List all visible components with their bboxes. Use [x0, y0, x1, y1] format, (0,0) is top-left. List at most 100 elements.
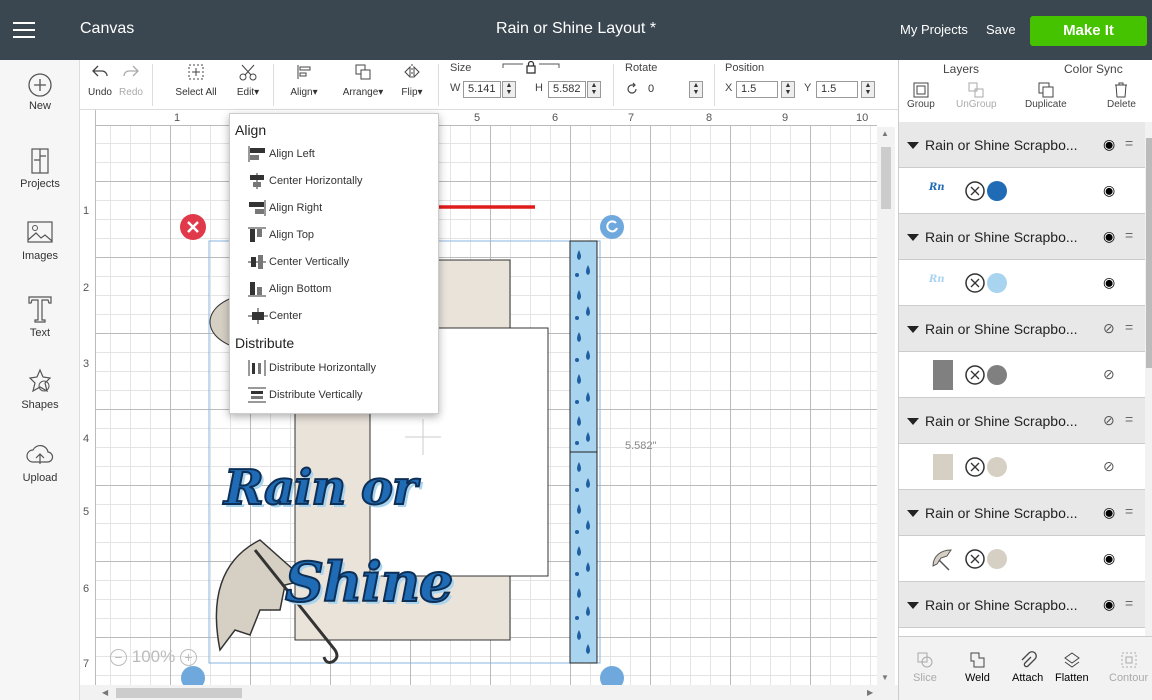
- sidebar-item-projects[interactable]: Projects: [0, 146, 80, 190]
- my-projects-link[interactable]: My Projects: [900, 22, 968, 37]
- lock-icon[interactable]: [501, 60, 561, 76]
- menu-item-distribute-vertically[interactable]: Distribute Vertically: [248, 385, 428, 405]
- ungroup-button[interactable]: UnGroup: [956, 82, 997, 110]
- width-stepper[interactable]: ▲ ▼: [502, 81, 516, 98]
- layer-group-row[interactable]: Rain or Shine Scrapbo... ◉ =: [899, 490, 1145, 536]
- y-input[interactable]: 1.5: [816, 81, 858, 98]
- sidebar-item-images[interactable]: Images: [0, 218, 80, 262]
- color-swatch[interactable]: [987, 181, 1007, 201]
- make-it-button[interactable]: Make It: [1030, 16, 1147, 46]
- attach-button[interactable]: Attach: [1012, 651, 1043, 684]
- drag-handle-icon[interactable]: =: [1125, 503, 1133, 519]
- layer-row[interactable]: ⊘: [899, 444, 1145, 490]
- menu-item-align-top[interactable]: Align Top: [248, 225, 428, 245]
- layer-row[interactable]: Rn ◉: [899, 260, 1145, 306]
- menu-item-align-right[interactable]: Align Right: [248, 198, 428, 218]
- projects-icon: [31, 148, 49, 174]
- eye-icon[interactable]: ◉: [1103, 136, 1115, 153]
- delete-button[interactable]: Delete: [1107, 82, 1136, 110]
- layer-row[interactable]: Rn ◉: [899, 168, 1145, 214]
- eye-hidden-icon[interactable]: ⊘: [1103, 412, 1115, 429]
- redo-button[interactable]: Redo: [118, 62, 144, 98]
- flatten-button[interactable]: Flatten: [1055, 651, 1089, 684]
- menu-item-center-vertically[interactable]: Center Vertically: [248, 252, 428, 272]
- color-swatch[interactable]: [987, 365, 1007, 385]
- caret-down-icon[interactable]: [907, 142, 919, 149]
- menu-item-distribute-horizontally[interactable]: Distribute Horizontally: [248, 358, 428, 378]
- group-icon: [913, 82, 929, 98]
- rotate-stepper[interactable]: ▲ ▼: [689, 81, 703, 98]
- eye-icon[interactable]: ◉: [1103, 228, 1115, 245]
- duplicate-button[interactable]: Duplicate: [1025, 82, 1067, 110]
- design-canvas[interactable]: 1 5 6 7 8 9 10 1 2 3 4 5 6 7 Rain or Shi…: [80, 110, 877, 685]
- eye-icon[interactable]: ◉: [1103, 504, 1115, 521]
- zoom-control[interactable]: − 100% +: [110, 647, 197, 667]
- rotate-label: Rotate: [625, 62, 658, 74]
- eye-hidden-icon[interactable]: ⊘: [1103, 320, 1115, 337]
- layer-group-row[interactable]: Rain or Shine Scrapbo... ◉ =: [899, 214, 1145, 260]
- layer-row[interactable]: ◉: [899, 536, 1145, 582]
- drag-handle-icon[interactable]: =: [1125, 595, 1133, 611]
- width-input[interactable]: 5.141: [463, 81, 501, 98]
- eye-hidden-icon[interactable]: ⊘: [1103, 458, 1115, 475]
- color-swatch[interactable]: [987, 273, 1007, 293]
- sidebar-item-new[interactable]: New: [0, 72, 80, 112]
- flip-menu-button[interactable]: Flip▾: [396, 62, 428, 98]
- rotate-input[interactable]: 0: [643, 81, 683, 98]
- layer-group-row[interactable]: Rain or Shine Scrapbo... ⊘ =: [899, 306, 1145, 352]
- eye-hidden-icon[interactable]: ⊘: [1103, 366, 1115, 383]
- menu-item-center[interactable]: Center: [248, 306, 428, 326]
- width-label: W: [450, 82, 461, 94]
- tab-color-sync[interactable]: Color Sync: [1064, 62, 1123, 76]
- y-stepper[interactable]: ▲ ▼: [861, 81, 875, 98]
- arrange-menu-button[interactable]: Arrange▾: [335, 62, 391, 98]
- zoom-out-icon[interactable]: −: [110, 649, 127, 666]
- group-button[interactable]: Group: [907, 82, 935, 110]
- zoom-in-icon[interactable]: +: [179, 649, 197, 666]
- save-button[interactable]: Save: [986, 22, 1016, 37]
- layer-group-row[interactable]: Rain or Shine Scrapbo... ⊘ =: [899, 398, 1145, 444]
- align-menu-button[interactable]: Align▾: [283, 62, 325, 98]
- caret-down-icon[interactable]: [907, 326, 919, 333]
- color-swatch[interactable]: [987, 549, 1007, 569]
- menu-item-center-horizontally[interactable]: Center Horizontally: [248, 171, 428, 191]
- contour-button[interactable]: Contour: [1109, 651, 1148, 684]
- layer-row[interactable]: ⊘: [899, 352, 1145, 398]
- eye-icon[interactable]: ◉: [1103, 596, 1115, 613]
- eye-icon[interactable]: ◉: [1103, 182, 1115, 199]
- layers-scrollbar[interactable]: [1145, 122, 1152, 636]
- caret-down-icon[interactable]: [907, 602, 919, 609]
- drag-handle-icon[interactable]: =: [1125, 411, 1133, 427]
- menu-item-align-bottom[interactable]: Align Bottom: [248, 279, 428, 299]
- height-input[interactable]: 5.582: [548, 81, 586, 98]
- artwork[interactable]: [80, 110, 877, 685]
- distribute-horizontally-icon: [248, 360, 266, 376]
- caret-down-icon[interactable]: [907, 234, 919, 241]
- vertical-scrollbar[interactable]: ▲ ▼: [877, 127, 895, 685]
- caret-down-icon[interactable]: [907, 418, 919, 425]
- sidebar-item-text[interactable]: Text: [0, 293, 80, 339]
- eye-icon[interactable]: ◉: [1103, 274, 1115, 291]
- undo-button[interactable]: Undo: [88, 62, 112, 98]
- weld-button[interactable]: Weld: [965, 651, 990, 684]
- caret-down-icon[interactable]: [907, 510, 919, 517]
- drag-handle-icon[interactable]: =: [1125, 135, 1133, 151]
- height-stepper[interactable]: ▲ ▼: [587, 81, 601, 98]
- x-stepper[interactable]: ▲ ▼: [781, 81, 795, 98]
- layer-group-row[interactable]: Rain or Shine Scrapbo... ◉ =: [899, 122, 1145, 168]
- slice-button[interactable]: Slice: [913, 651, 937, 684]
- cut-operation-icon: [965, 365, 985, 385]
- drag-handle-icon[interactable]: =: [1125, 227, 1133, 243]
- eye-icon[interactable]: ◉: [1103, 550, 1115, 567]
- tab-layers[interactable]: Layers: [943, 62, 979, 76]
- sidebar-item-shapes[interactable]: Shapes: [0, 367, 80, 411]
- edit-menu-button[interactable]: Edit▾: [233, 62, 263, 98]
- layer-group-row[interactable]: Rain or Shine Scrapbo... ◉ =: [899, 582, 1145, 628]
- sidebar-item-upload[interactable]: Upload: [0, 442, 80, 484]
- select-all-button[interactable]: Select All: [170, 62, 222, 98]
- x-input[interactable]: 1.5: [736, 81, 778, 98]
- color-swatch[interactable]: [987, 457, 1007, 477]
- horizontal-scrollbar[interactable]: ◀ ▶: [80, 685, 898, 700]
- menu-item-align-left[interactable]: Align Left: [248, 144, 428, 164]
- drag-handle-icon[interactable]: =: [1125, 319, 1133, 335]
